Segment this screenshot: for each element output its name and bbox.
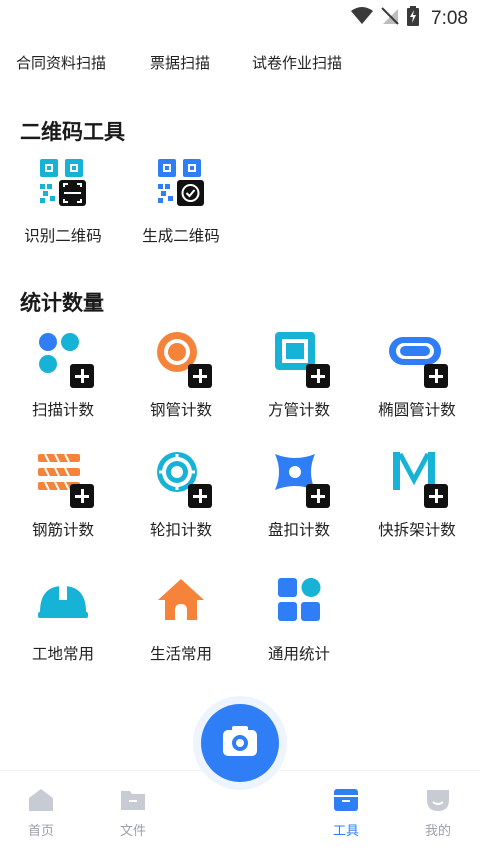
wheel-buckle-count-label: 轮扣计数 xyxy=(149,522,212,539)
steel-pipe-count-icon xyxy=(153,330,212,388)
nav-tools[interactable]: 工具 xyxy=(311,788,381,839)
nav-files[interactable]: 文件 xyxy=(98,788,168,839)
life-common-label: 生活常用 xyxy=(149,646,212,663)
wheel-buckle-count-tool[interactable]: 轮扣计数 xyxy=(122,450,240,540)
rebar-count-tool[interactable]: 钢筋计数 xyxy=(4,450,122,540)
rebar-count-icon xyxy=(35,450,94,508)
nav-home-label: 首页 xyxy=(27,823,54,838)
quick-scaffold-count-label: 快拆架计数 xyxy=(378,522,456,539)
qr-generate-icon xyxy=(153,156,209,212)
nav-profile[interactable]: 我的 xyxy=(403,788,473,839)
scan-count-icon xyxy=(35,330,94,388)
oval-pipe-count-icon xyxy=(389,330,448,388)
square-pipe-count-label: 方管计数 xyxy=(267,402,330,419)
receipt-scan-link[interactable]: 票据扫描 xyxy=(150,52,210,73)
folder-icon xyxy=(120,788,146,812)
nav-tools-label: 工具 xyxy=(332,823,359,838)
grid-apps-icon xyxy=(271,574,327,630)
wifi-icon xyxy=(351,7,374,30)
status-bar: 7:08 xyxy=(0,0,480,34)
site-common-tool[interactable]: 工地常用 xyxy=(4,574,122,664)
general-stats-label: 通用统计 xyxy=(267,646,330,663)
nav-files-label: 文件 xyxy=(119,823,146,838)
steel-pipe-count-tool[interactable]: 钢管计数 xyxy=(122,330,240,420)
rebar-count-label: 钢筋计数 xyxy=(31,522,94,539)
profile-icon xyxy=(425,788,451,812)
wheel-buckle-count-icon xyxy=(153,450,212,508)
home-icon xyxy=(28,788,54,812)
nav-profile-label: 我的 xyxy=(424,823,451,838)
qr-generate-label: 生成二维码 xyxy=(142,228,220,245)
site-common-label: 工地常用 xyxy=(31,646,94,663)
scan-links-row: 合同资料扫描 票据扫描 试卷作业扫描 xyxy=(0,52,480,74)
general-stats-tool[interactable]: 通用统计 xyxy=(240,574,358,664)
qr-scan-tool[interactable]: 识别二维码 xyxy=(4,156,122,246)
square-pipe-count-icon xyxy=(271,330,330,388)
battery-charging-icon xyxy=(407,6,420,31)
bottom-nav: 首页 文件 工具 我的 xyxy=(0,704,480,852)
oval-pipe-count-label: 椭圆管计数 xyxy=(378,402,456,419)
count-section-title: 统计数量 xyxy=(20,292,104,315)
qr-scan-label: 识别二维码 xyxy=(24,228,102,245)
camera-icon xyxy=(223,726,257,756)
hard-hat-icon xyxy=(35,574,91,630)
disc-buckle-count-label: 盘扣计数 xyxy=(267,522,330,539)
camera-button[interactable] xyxy=(201,704,279,782)
qr-section-title: 二维码工具 xyxy=(20,121,125,144)
life-common-tool[interactable]: 生活常用 xyxy=(122,574,240,664)
steel-pipe-count-label: 钢管计数 xyxy=(149,402,212,419)
quick-scaffold-count-tool[interactable]: 快拆架计数 xyxy=(358,450,476,540)
square-pipe-count-tool[interactable]: 方管计数 xyxy=(240,330,358,420)
toolbox-icon xyxy=(333,788,359,812)
scan-count-tool[interactable]: 扫描计数 xyxy=(4,330,122,420)
house-icon xyxy=(153,574,209,630)
scan-count-label: 扫描计数 xyxy=(31,402,94,419)
no-signal-icon xyxy=(381,7,399,30)
contract-scan-link[interactable]: 合同资料扫描 xyxy=(16,52,106,73)
exam-scan-link[interactable]: 试卷作业扫描 xyxy=(252,52,342,73)
oval-pipe-count-tool[interactable]: 椭圆管计数 xyxy=(358,330,476,420)
status-time: 7:08 xyxy=(431,7,468,29)
nav-home[interactable]: 首页 xyxy=(6,788,76,839)
disc-buckle-count-icon xyxy=(271,450,330,508)
quick-scaffold-count-icon xyxy=(389,450,448,508)
qr-scan-icon xyxy=(35,156,91,212)
disc-buckle-count-tool[interactable]: 盘扣计数 xyxy=(240,450,358,540)
qr-generate-tool[interactable]: 生成二维码 xyxy=(122,156,240,246)
